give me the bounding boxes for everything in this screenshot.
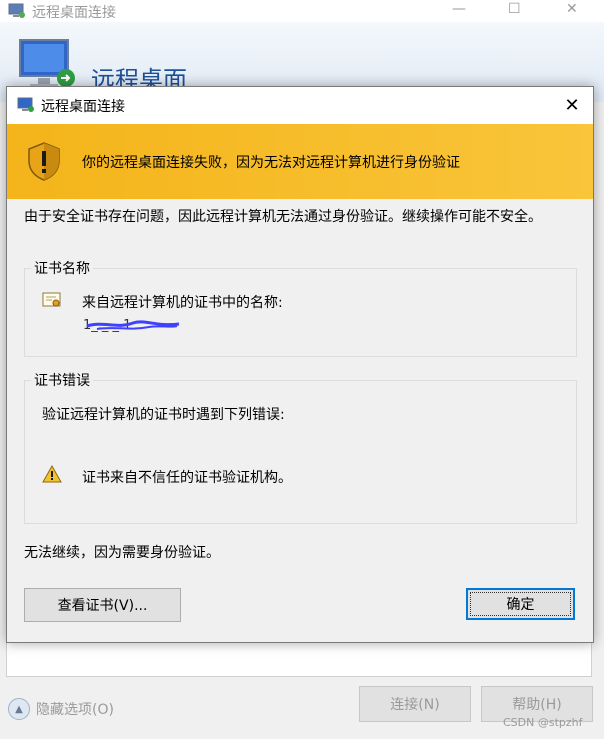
shield-warning-icon <box>28 142 60 181</box>
background-window-title: 远程桌面连接 <box>32 5 116 21</box>
warning-triangle-icon <box>42 465 62 483</box>
footer-text: 无法继续，因为需要身份验证。 <box>24 545 220 561</box>
ok-button[interactable]: 确定 <box>466 588 575 620</box>
remote-desktop-icon <box>8 3 25 18</box>
warning-banner-text: 你的远程桌面连接失败，因为无法对远程计算机进行身份验证 <box>82 155 460 171</box>
remote-desktop-icon <box>17 97 34 112</box>
intro-text: 由于安全证书存在问题，因此远程计算机无法通过身份验证。继续操作可能不安全。 <box>24 209 542 225</box>
certificate-error-item: 证书来自不信任的证书验证机构。 <box>82 470 292 486</box>
hide-options-toggle[interactable]: ▲ 隐藏选项(O) <box>8 698 114 720</box>
maximize-icon[interactable]: ☐ <box>508 1 521 17</box>
background-titlebar: 远程桌面连接 — ☐ ✕ <box>0 0 604 22</box>
certificate-icon <box>42 292 61 307</box>
warning-banner: 你的远程桌面连接失败，因为无法对远程计算机进行身份验证 <box>7 124 593 199</box>
certificate-error-group: 证书错误 验证远程计算机的证书时遇到下列错误: 证书来自不信任的证书验证机构。 <box>24 370 577 524</box>
dialog-titlebar: 远程桌面连接 ✕ <box>7 87 593 124</box>
redaction-scribble <box>86 320 180 330</box>
certificate-error-group-label: 证书错误 <box>31 370 93 390</box>
view-certificate-button[interactable]: 查看证书(V)... <box>24 588 181 622</box>
focus-rectangle <box>470 592 571 616</box>
dialog-title: 远程桌面连接 <box>41 99 125 115</box>
certificate-error-dialog: 远程桌面连接 ✕ 你的远程桌面连接失败，因为无法对远程计算机进行身份验证 由于安… <box>6 86 594 643</box>
background-content-panel <box>6 640 592 677</box>
certificate-name-group: 证书名称 来自远程计算机的证书中的名称: 1_._._.1 <box>24 258 577 357</box>
minimize-icon[interactable]: — <box>452 1 466 17</box>
close-icon[interactable]: ✕ <box>566 1 578 17</box>
chevron-up-icon: ▲ <box>8 698 30 720</box>
hide-options-label: 隐藏选项(O) <box>36 702 114 718</box>
dialog-close-icon[interactable]: ✕ <box>559 92 585 118</box>
connect-button[interactable]: 连接(N) <box>359 686 471 722</box>
watermark: CSDN @stpzhf <box>503 716 583 729</box>
certificate-name-group-label: 证书名称 <box>31 258 93 278</box>
remote-desktop-large-icon <box>19 39 75 88</box>
certificate-error-intro: 验证远程计算机的证书时遇到下列错误: <box>42 407 285 423</box>
certificate-name-description: 来自远程计算机的证书中的名称: <box>82 295 283 311</box>
